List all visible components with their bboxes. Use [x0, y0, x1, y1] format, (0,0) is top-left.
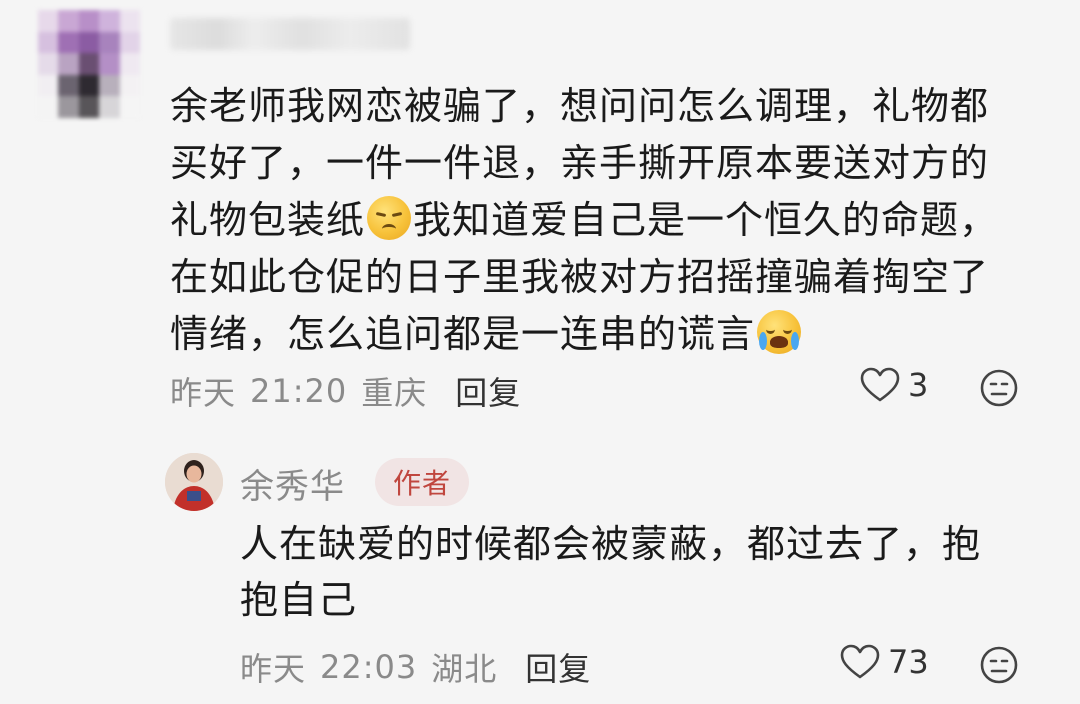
reply-date: 昨天 — [240, 650, 307, 688]
comment-like-count: 3 — [908, 366, 929, 404]
heart-icon — [860, 367, 900, 402]
reply-location: 湖北 — [431, 650, 498, 688]
comment-location: 重庆 — [361, 374, 428, 412]
commenter-name-blurred[interactable] — [170, 18, 410, 50]
dislike-face-icon[interactable] — [979, 645, 1019, 685]
comment-time: 21:20 — [250, 372, 348, 410]
author-badge: 作者 — [375, 458, 470, 506]
comment-like-button[interactable]: 3 — [860, 366, 928, 404]
comment-meta: 昨天 21:20 重庆 回复 — [170, 368, 521, 414]
author-photo-icon — [165, 453, 223, 511]
reply-body: 人在缺爱的时候都会被蒙蔽，都过去了，抱 抱自己 — [240, 522, 982, 622]
comment-reply-button[interactable]: 回复 — [455, 368, 521, 414]
comment-date: 昨天 — [170, 374, 237, 412]
commenter-avatar[interactable] — [38, 10, 140, 118]
author-avatar[interactable] — [165, 453, 223, 511]
comment-body: 余老师我网恋被骗了，想问问怎么调理，礼物都 买好了，一件一件退，亲手撕开原本要送… — [170, 78, 1030, 363]
dislike-face-icon[interactable] — [979, 368, 1019, 408]
author-name[interactable]: 余秀华 — [240, 459, 345, 508]
reply-reply-button[interactable]: 回复 — [525, 644, 591, 690]
author-badge-label: 作者 — [393, 467, 452, 500]
comment-thread: 余老师我网恋被骗了，想问问怎么调理，礼物都 买好了，一件一件退，亲手撕开原本要送… — [0, 0, 1080, 704]
reply-time: 22:03 — [320, 648, 418, 686]
loudly-crying-face-icon — [757, 310, 802, 354]
reply-meta: 昨天 22:03 湖北 回复 — [240, 644, 591, 690]
heart-icon — [840, 644, 880, 679]
reply-like-button[interactable]: 73 — [840, 643, 929, 681]
disappointed-face-icon — [367, 196, 412, 240]
reply-like-count: 73 — [888, 643, 929, 681]
